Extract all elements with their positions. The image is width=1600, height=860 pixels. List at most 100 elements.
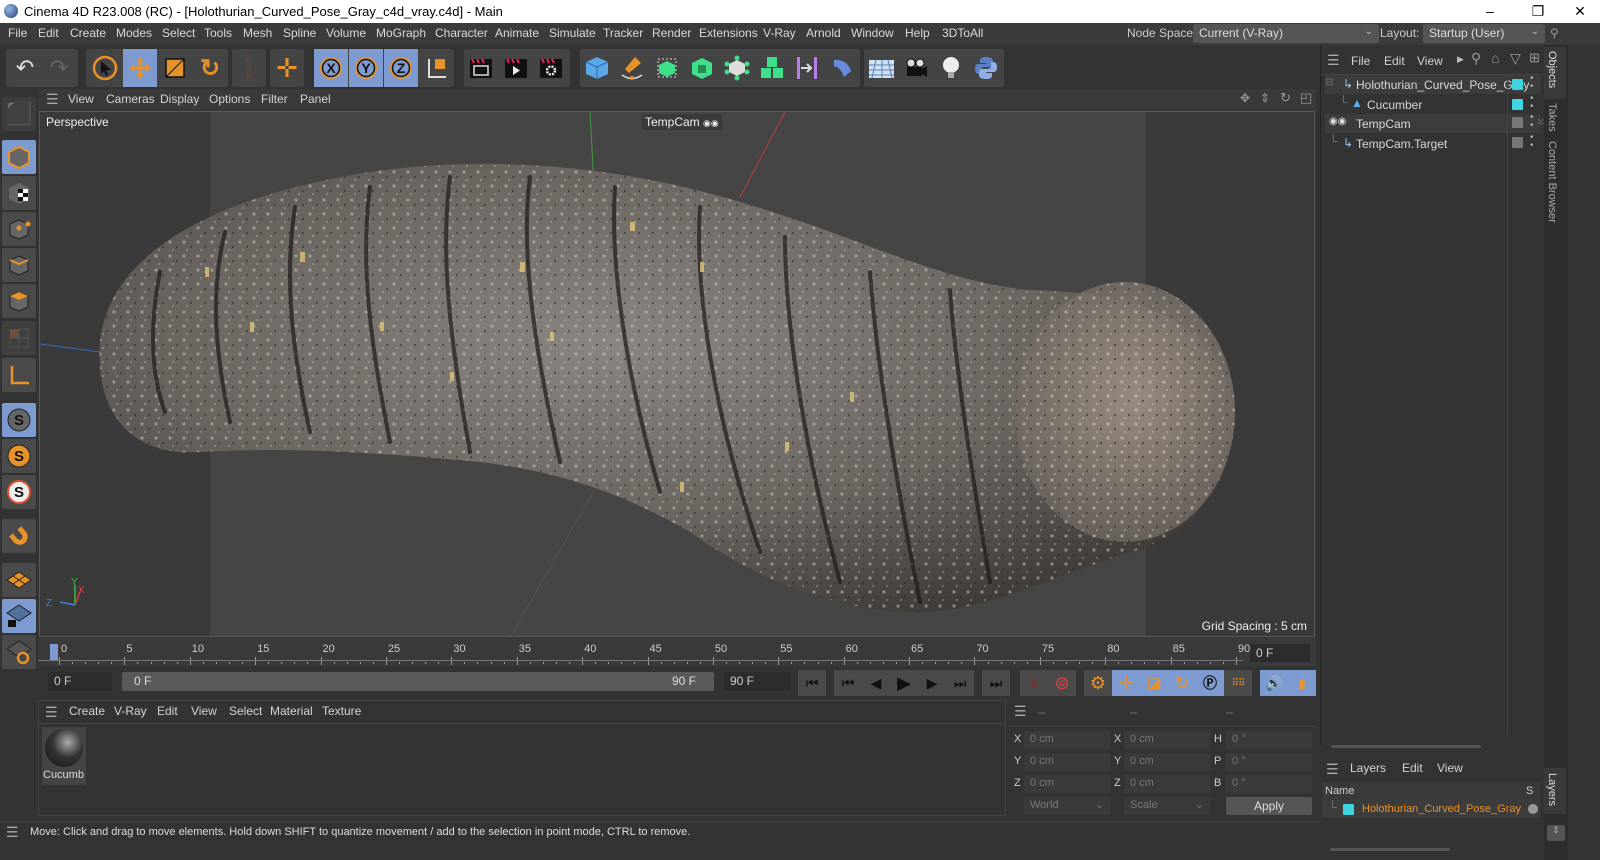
next-key-button[interactable]: ⏭ [946, 670, 974, 696]
layer-color-swatch[interactable] [1343, 804, 1354, 815]
lock-workplane-button[interactable] [2, 599, 36, 633]
more-arrow-icon[interactable]: ▶ [1457, 54, 1464, 65]
menu-create[interactable]: Create [70, 26, 106, 40]
go-to-end-button[interactable]: ⏭ [982, 670, 1010, 696]
key-scale-button[interactable]: ◪ [1140, 670, 1168, 696]
key-rotation-button[interactable]: ↻ [1168, 670, 1196, 696]
material-swatch[interactable]: Cucumb [42, 727, 86, 785]
pos-x-field[interactable]: 0 cm [1024, 731, 1110, 749]
viewport-menu-options[interactable]: Options [209, 92, 250, 106]
visibility-dots-icon[interactable]: • • [1530, 94, 1534, 112]
layers-menu-view[interactable]: View [1437, 761, 1463, 775]
menu-window[interactable]: Window [851, 26, 894, 40]
column-solo[interactable]: S [1526, 785, 1533, 797]
render-settings-button[interactable] [534, 49, 568, 87]
menu-3dtoall[interactable]: 3DToAll [942, 26, 983, 40]
magnet-button[interactable] [2, 519, 36, 553]
z-axis-button[interactable]: Z [384, 49, 418, 87]
current-frame-field[interactable]: 0 F [1250, 644, 1310, 662]
points-mode-button[interactable] [2, 212, 36, 246]
coordinate-system-button[interactable] [420, 49, 454, 87]
close-button[interactable]: ✕ [1560, 2, 1600, 22]
search-icon[interactable]: ⚲ [1550, 26, 1559, 40]
maximize-button[interactable]: ❐ [1518, 2, 1558, 22]
view-mode-button[interactable]: ⬛ [2, 97, 36, 131]
object-row[interactable]: └ ↳ TempCam.Target • • [1325, 133, 1541, 153]
workplane-rotate-button[interactable] [2, 635, 36, 669]
menu-animate[interactable]: Animate [495, 26, 539, 40]
end-frame-field[interactable]: 90 F [724, 672, 790, 691]
keyframe-selection-button[interactable]: ⚙ [1084, 670, 1112, 696]
viewport-camera-label[interactable]: Perspective [44, 114, 111, 130]
light-button[interactable] [934, 49, 968, 87]
hamburger-menu-icon[interactable]: ☰ [46, 91, 59, 108]
psr-button[interactable]: PSR [232, 49, 266, 87]
solo-toggle[interactable] [1528, 804, 1538, 814]
scale-tool-button[interactable] [158, 49, 192, 87]
menu-extensions[interactable]: Extensions [699, 26, 758, 40]
collapse-icon[interactable]: ⊟ [1325, 77, 1333, 88]
scroll-tabs-button[interactable]: ⇕ [1547, 825, 1565, 841]
no-layer-swatch[interactable] [1512, 117, 1523, 128]
size-z-field[interactable]: 0 cm [1124, 775, 1210, 793]
tab-takes[interactable]: Takes [1546, 103, 1558, 132]
floor-button[interactable] [864, 49, 898, 87]
edges-mode-button[interactable] [2, 248, 36, 282]
home-icon[interactable]: ⌂ [1491, 50, 1499, 66]
redo-button[interactable]: ↷ [42, 49, 76, 87]
key-position-button[interactable]: ✛ [1112, 670, 1140, 696]
menu-volume[interactable]: Volume [326, 26, 366, 40]
next-frame-button[interactable]: ▶ [918, 670, 946, 696]
viewport-menu-filter[interactable]: Filter [261, 92, 288, 106]
rot-p-field[interactable]: 0 ° [1226, 753, 1312, 771]
render-button[interactable] [499, 49, 533, 87]
menu-tracker[interactable]: Tracker [603, 26, 643, 40]
symmetry-button[interactable] [790, 49, 824, 87]
camera-button[interactable] [899, 49, 933, 87]
layer-color-swatch[interactable] [1512, 99, 1523, 110]
objects-menu-edit[interactable]: Edit [1384, 54, 1405, 68]
menu-tools[interactable]: Tools [204, 26, 232, 40]
polygons-mode-button[interactable] [2, 284, 36, 318]
layout-dropdown[interactable]: Startup (User) ⌄ [1423, 24, 1545, 43]
previous-frame-button[interactable]: ◀ [862, 670, 890, 696]
go-to-start-button[interactable]: ⏮ [798, 670, 826, 696]
menu-vray[interactable]: V-Ray [763, 26, 796, 40]
sound-button[interactable]: 🔊 [1260, 670, 1288, 696]
layer-row[interactable]: └ Holothurian_Curved_Pose_Gray [1322, 800, 1540, 818]
menu-render[interactable]: Render [652, 26, 691, 40]
material-menu-create[interactable]: Create [69, 704, 105, 718]
node-space-dropdown[interactable]: Current (V-Ray) ⌄ [1193, 24, 1379, 43]
pos-y-field[interactable]: 0 cm [1024, 753, 1110, 771]
cube-button[interactable] [580, 49, 614, 87]
filter-icon[interactable]: ▽ [1510, 50, 1521, 67]
size-y-field[interactable]: 0 cm [1124, 753, 1210, 771]
search-icon[interactable]: ⚲ [1471, 50, 1481, 67]
object-row[interactable]: ◉◉ TempCam • • ⁙ [1325, 113, 1545, 133]
layer-color-swatch[interactable] [1512, 79, 1523, 90]
coordinate-mode-dropdown[interactable]: World ⌄ [1024, 797, 1110, 815]
deformer-button[interactable] [825, 49, 859, 87]
uv-mode-button[interactable] [2, 321, 36, 355]
horizontal-scrollbar[interactable] [1330, 848, 1450, 851]
layers-menu-layers[interactable]: Layers [1350, 761, 1386, 775]
dolly-view-icon[interactable]: ⇕ [1260, 91, 1270, 105]
autokey-button[interactable]: ⊚ [1048, 670, 1076, 696]
rot-b-field[interactable]: 0 ° [1226, 775, 1312, 793]
layers-menu-edit[interactable]: Edit [1402, 761, 1423, 775]
snap-settings-button[interactable]: S [2, 439, 36, 473]
material-menu-edit[interactable]: Edit [157, 704, 178, 718]
subdivision-button[interactable] [650, 49, 684, 87]
material-menu-view[interactable]: View [191, 704, 217, 718]
menu-mograph[interactable]: MoGraph [376, 26, 426, 40]
hamburger-menu-icon[interactable]: ☰ [1327, 52, 1340, 69]
rotate-tool-button[interactable]: ↻ [193, 49, 227, 87]
extrude-button[interactable] [685, 49, 719, 87]
material-menu-select[interactable]: Select [229, 704, 262, 718]
pen-button[interactable] [615, 49, 649, 87]
material-menu-material[interactable]: Material [270, 704, 313, 718]
record-keys-button[interactable]: ● [1020, 670, 1048, 696]
new-view-icon[interactable]: ⊞ [1529, 50, 1540, 66]
viewport-menu-view[interactable]: View [68, 92, 94, 106]
coordinate-move-button[interactable]: ✛ [270, 49, 304, 87]
